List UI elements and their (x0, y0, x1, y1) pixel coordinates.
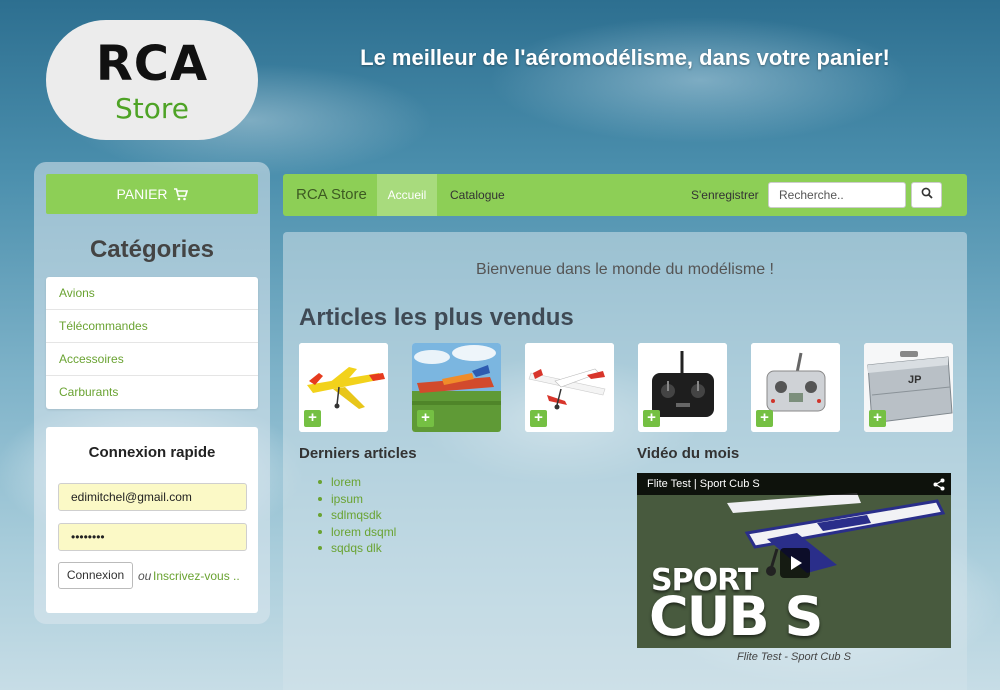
video-bar-title: Flite Test | Sport Cub S (647, 478, 760, 490)
main-panel: Bienvenue dans le monde du modélisme ! A… (283, 232, 967, 690)
latest-articles-title: Derniers articles (299, 445, 417, 462)
product-card[interactable]: + (299, 343, 388, 432)
search-icon (921, 186, 933, 204)
product-card[interactable]: + (525, 343, 614, 432)
add-to-cart-button[interactable]: + (869, 410, 886, 427)
product-card[interactable]: + (412, 343, 501, 432)
category-item-avions[interactable]: Avions (46, 277, 258, 310)
logo-line1: RCA (95, 36, 209, 92)
logo-line2: Store (114, 92, 189, 125)
category-item-accessoires[interactable]: Accessoires (46, 343, 258, 376)
nav-register-link[interactable]: S'enregistrer (691, 188, 759, 202)
shopping-cart-icon (173, 187, 188, 201)
add-to-cart-button[interactable]: + (530, 410, 547, 427)
latest-article-link[interactable]: sdlmqsdk (316, 507, 396, 524)
add-to-cart-button[interactable]: + (643, 410, 660, 427)
add-to-cart-button[interactable]: + (304, 410, 321, 427)
latest-article-link[interactable]: lorem dsqml (316, 524, 396, 541)
nav-brand[interactable]: RCA Store (296, 186, 367, 203)
login-title: Connexion rapide (88, 444, 216, 461)
nav-tab-home[interactable]: Accueil (377, 174, 437, 216)
login-button[interactable]: Connexion (58, 562, 133, 589)
cart-button[interactable]: PANIER (46, 174, 258, 214)
share-icon[interactable] (933, 477, 945, 499)
sidebar: PANIER Catégories Avions Télécommandes A… (34, 162, 270, 624)
cart-label: PANIER (116, 186, 168, 202)
best-sellers-row: + + + + + JP + (299, 343, 953, 432)
video-player[interactable]: Flite Test | Sport Cub S SPORT CUB S (637, 473, 951, 648)
case-label: JP (908, 374, 921, 386)
register-link[interactable]: Inscrivez-vous .. (153, 569, 240, 583)
top-navbar: RCA Store Accueil Catalogue S'enregistre… (283, 174, 967, 216)
add-to-cart-button[interactable]: + (756, 410, 773, 427)
category-item-telecommandes[interactable]: Télécommandes (46, 310, 258, 343)
site-tagline: Le meilleur de l'aéromodélisme, dans vot… (360, 45, 890, 70)
latest-article-link[interactable]: sqdqs dlk (316, 540, 396, 557)
product-card[interactable]: + (751, 343, 840, 432)
product-card[interactable]: JP + (864, 343, 953, 432)
add-to-cart-button[interactable]: + (417, 410, 434, 427)
category-list: Avions Télécommandes Accessoires Carbura… (46, 277, 258, 409)
play-icon[interactable] (780, 548, 810, 578)
welcome-text: Bienvenue dans le monde du modélisme ! (476, 261, 774, 278)
video-title-bar: Flite Test | Sport Cub S (637, 473, 951, 495)
latest-article-link[interactable]: lorem (316, 474, 396, 491)
video-caption: Flite Test - Sport Cub S (737, 651, 851, 663)
password-field[interactable]: •••••••• (58, 523, 247, 551)
video-overlay-line2: CUB S (649, 585, 823, 648)
quick-login-box: Connexion rapide edimitchel@gmail.com ••… (46, 427, 258, 613)
video-of-month-title: Vidéo du mois (637, 445, 740, 462)
search-input[interactable]: Recherche.. (768, 182, 906, 208)
nav-tab-catalog[interactable]: Catalogue (450, 188, 505, 202)
email-field[interactable]: edimitchel@gmail.com (58, 483, 247, 511)
store-logo[interactable]: RCA Store (46, 20, 258, 140)
latest-article-link[interactable]: ipsum (316, 491, 396, 508)
latest-articles-list: lorem ipsum sdlmqsdk lorem dsqml sqdqs d… (316, 474, 396, 557)
search-button[interactable] (911, 182, 942, 208)
category-item-carburants[interactable]: Carburants (46, 376, 258, 409)
best-sellers-title: Articles les plus vendus (299, 304, 574, 331)
login-or-text: ou (138, 569, 152, 583)
categories-title: Catégories (89, 236, 215, 263)
product-card[interactable]: + (638, 343, 727, 432)
